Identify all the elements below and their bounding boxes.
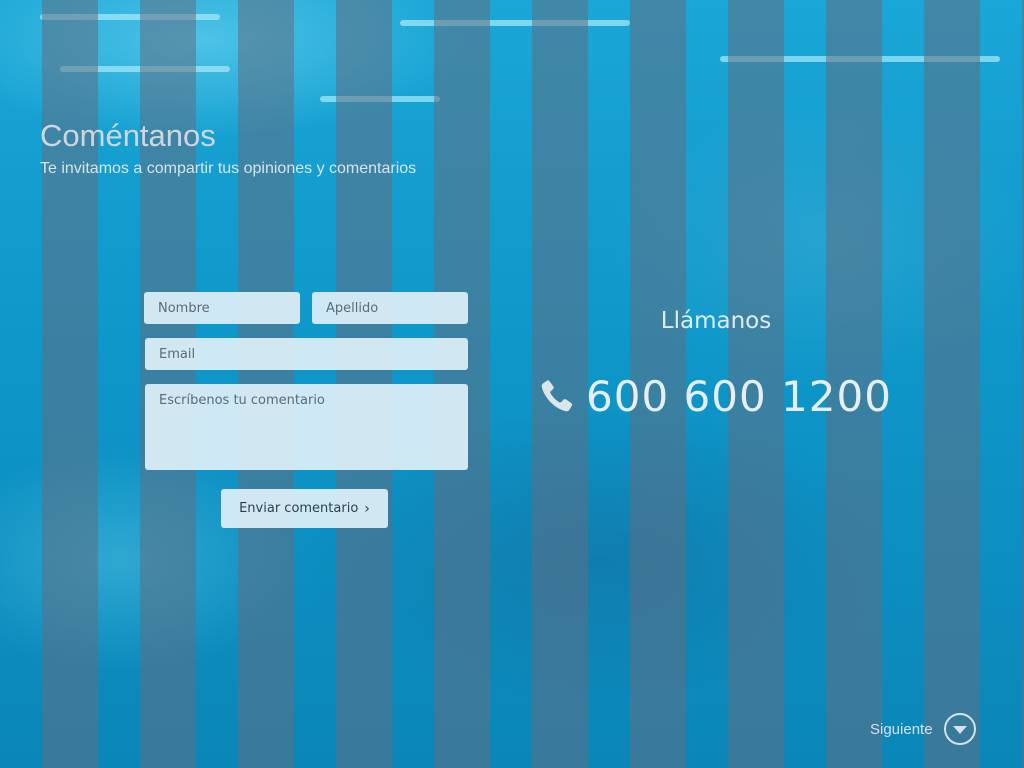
ceiling-light: [320, 96, 440, 102]
page-title: Coméntanos: [40, 118, 216, 153]
chevron-down-circle-icon: [943, 713, 976, 745]
chevron-right-icon: ›: [364, 500, 370, 517]
last-name-input[interactable]: [312, 292, 468, 324]
phone-number: 600 600 1200: [586, 372, 892, 421]
phone-icon: [541, 379, 573, 411]
call-us-label: Llámanos: [660, 308, 772, 334]
page-subtitle: Te invitamos a compartir tus opiniones y…: [40, 160, 417, 177]
phone-contact[interactable]: 600 600 1200: [536, 372, 892, 421]
first-name-input[interactable]: [144, 292, 300, 324]
next-label: Siguiente: [870, 720, 933, 738]
ceiling-light: [400, 20, 630, 26]
ceiling-light: [40, 14, 220, 20]
next-section-link[interactable]: Siguiente: [870, 712, 977, 746]
email-input[interactable]: [145, 338, 468, 370]
send-comment-button[interactable]: Enviar comentario ›: [221, 489, 388, 528]
ceiling-light: [60, 66, 230, 72]
ceiling-light: [720, 56, 1000, 62]
comment-textarea[interactable]: [145, 384, 468, 470]
send-comment-label: Enviar comentario: [239, 501, 359, 516]
